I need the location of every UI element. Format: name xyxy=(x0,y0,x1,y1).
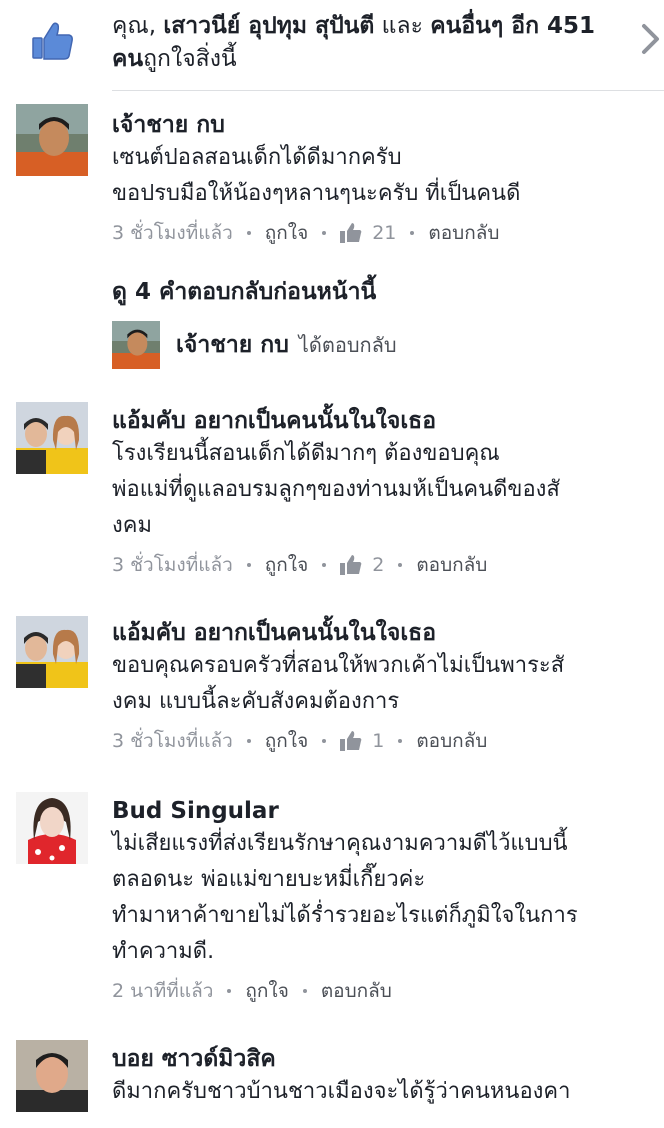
comment-time[interactable]: 3 ชั่วโมงที่แล้ว xyxy=(112,550,233,580)
like-button[interactable]: ถูกใจ xyxy=(265,726,308,756)
comment-line: ทำมาหาค้าขายไม่ได้ร่ำรวยอะไรแต่ก็ภูมิใจใ… xyxy=(112,903,578,928)
separator-dot xyxy=(322,563,327,567)
like-count-value: 2 xyxy=(372,554,385,576)
like-count[interactable]: 1 xyxy=(340,730,384,752)
separator-dot xyxy=(227,989,232,993)
avatar[interactable] xyxy=(16,104,88,176)
comment-line: ขอบคุณครอบครัวที่สอนให้พวกเค้าไม่เป็นพาร… xyxy=(112,653,565,678)
comment-time[interactable]: 3 ชั่วโมงที่แล้ว xyxy=(112,726,233,756)
reply-button[interactable]: ตอบกลับ xyxy=(416,550,487,580)
divider xyxy=(112,90,664,91)
comment-line: ไม่เสียแรงที่ส่งเรียนรักษาคุณงามความดีไว… xyxy=(112,831,568,856)
comment-time[interactable]: 2 นาทีที่แล้ว xyxy=(112,976,213,1006)
likes-summary-text: คุณ, เสาวนีย์ อุปทุม สุปันตี และ คนอื่นๆ… xyxy=(112,10,632,76)
likes-conj: และ xyxy=(381,13,423,39)
separator-dot xyxy=(246,563,251,567)
separator-dot xyxy=(246,231,251,235)
reply-button[interactable]: ตอบกลับ xyxy=(416,726,487,756)
comment-text: ดีมากครับชาวบ้านชาวเมืองจะได้รู้ว่าคนหนอ… xyxy=(112,1074,657,1110)
comment-author[interactable]: Bud Singular xyxy=(112,796,657,826)
reply-action: ได้ตอบกลับ xyxy=(298,333,397,357)
comment-line: โรงเรียนนี้สอนเด็กได้ดีมากๆ ต้องขอบคุณ xyxy=(112,441,500,466)
avatar[interactable] xyxy=(16,792,88,864)
like-count[interactable]: 2 xyxy=(340,554,384,576)
comment-text: เซนต์ปอลสอนเด็กได้ดีมากครับ ขอปรบมือให้น… xyxy=(112,140,657,212)
like-count-icon xyxy=(340,555,362,575)
like-count[interactable]: 21 xyxy=(340,222,396,244)
comment-author[interactable]: บอย ซาวด์มิวสิค xyxy=(112,1044,657,1074)
comment-meta: 3 ชั่วโมงที่แล้ว ถูกใจ 21 ตอบกลับ xyxy=(112,218,657,248)
comment-time[interactable]: 3 ชั่วโมงที่แล้ว xyxy=(112,218,233,248)
comment-meta: 2 นาทีที่แล้ว ถูกใจ ตอบกลับ xyxy=(112,976,657,1006)
avatar[interactable] xyxy=(16,402,88,474)
like-button[interactable]: ถูกใจ xyxy=(245,976,288,1006)
like-button[interactable]: ถูกใจ xyxy=(265,550,308,580)
separator-dot xyxy=(246,739,251,743)
like-count-icon xyxy=(340,223,362,243)
comment-line: งคม แบบนี้ละคับสังคมต้องการ xyxy=(112,689,400,714)
comment-author[interactable]: แอ้มคับ อยากเป็นคนนั้นในใจเธอ xyxy=(112,406,657,436)
reply-preview[interactable]: เจ้าชาย กบ ได้ตอบกลับ xyxy=(112,320,397,370)
comment-meta: 3 ชั่วโมงที่แล้ว ถูกใจ 1 ตอบกลับ xyxy=(112,726,657,756)
comment-meta: 3 ชั่วโมงที่แล้ว ถูกใจ 2 ตอบกลับ xyxy=(112,550,657,580)
separator-dot xyxy=(302,989,307,993)
comment-line: ขอปรบมือให้น้องๆหลานๆนะครับ ที่เป็นคนดี xyxy=(112,181,521,206)
comment-line: เซนต์ปอลสอนเด็กได้ดีมากครับ xyxy=(112,145,402,170)
separator-dot xyxy=(398,739,403,743)
separator-dot xyxy=(322,739,327,743)
likes-names[interactable]: เสาวนีย์ อุปทุม สุปันตี xyxy=(163,13,374,39)
comment-line: งคม xyxy=(112,513,152,538)
likes-prefix: คุณ, xyxy=(112,13,157,39)
avatar[interactable] xyxy=(112,321,160,369)
like-button[interactable]: ถูกใจ xyxy=(265,218,308,248)
comment-line: ทำความดี. xyxy=(112,939,215,964)
comment-text: โรงเรียนนี้สอนเด็กได้ดีมากๆ ต้องขอบคุณ พ… xyxy=(112,436,657,544)
comment-text: ไม่เสียแรงที่ส่งเรียนรักษาคุณงามความดีไว… xyxy=(112,826,657,970)
separator-dot xyxy=(322,231,327,235)
likes-suffix: ถูกใจสิ่งนี้ xyxy=(143,46,237,72)
like-count-value: 1 xyxy=(372,730,385,752)
like-count-icon xyxy=(340,731,362,751)
comment-line: ตลอดนะ พ่อแม่ขายบะหมี่เกี๊ยวค่ะ xyxy=(112,867,426,892)
comment-author[interactable]: เจ้าชาย กบ xyxy=(112,110,657,140)
view-previous-replies-link[interactable]: ดู 4 คำตอบกลับก่อนหน้านี้ xyxy=(112,276,376,308)
separator-dot xyxy=(410,231,415,235)
likes-others[interactable]: คนอื่นๆ อีก 451 xyxy=(430,13,595,39)
likes-others-unit[interactable]: คน xyxy=(112,46,143,72)
avatar[interactable] xyxy=(16,616,88,688)
reply-author[interactable]: เจ้าชาย กบ xyxy=(176,327,289,363)
thumbs-up-icon xyxy=(32,22,73,60)
reply-button[interactable]: ตอบกลับ xyxy=(321,976,392,1006)
comment-text: ขอบคุณครอบครัวที่สอนให้พวกเค้าไม่เป็นพาร… xyxy=(112,648,657,720)
comment-author[interactable]: แอ้มคับ อยากเป็นคนนั้นในใจเธอ xyxy=(112,618,657,648)
avatar[interactable] xyxy=(16,1040,88,1112)
likes-summary-bar[interactable]: คุณ, เสาวนีย์ อุปทุม สุปันตี และ คนอื่นๆ… xyxy=(0,0,664,92)
like-count-value: 21 xyxy=(372,222,397,244)
chevron-right-icon[interactable] xyxy=(640,22,662,56)
reply-button[interactable]: ตอบกลับ xyxy=(428,218,499,248)
comment-line: พ่อแม่ที่ดูแลอบรมลูกๆของท่านมห้เป็นคนดีข… xyxy=(112,477,560,502)
comment-line: ดีมากครับชาวบ้านชาวเมืองจะได้รู้ว่าคนหนอ… xyxy=(112,1079,571,1104)
separator-dot xyxy=(398,563,403,567)
